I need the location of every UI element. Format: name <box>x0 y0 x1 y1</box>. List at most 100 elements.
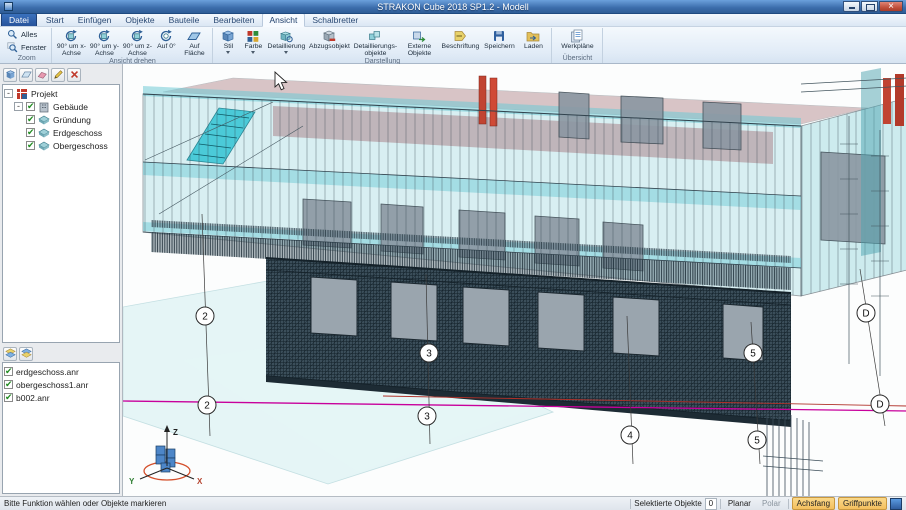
ribbon-group-rotate: 90° um x-Achse 90° um y-Achse 90° um z-A… <box>52 28 214 65</box>
svg-text:3: 3 <box>424 412 430 423</box>
ribbon-group-display: Stil Farbe Detaillierung Abzugsobjekt De… <box>213 28 553 65</box>
eraser-tool-icon[interactable] <box>35 67 49 82</box>
taskbar-app-icon[interactable] <box>890 497 902 510</box>
magnifier-window-icon <box>7 42 18 53</box>
dropdown-arrow-icon <box>284 51 289 56</box>
color-button[interactable]: Farbe <box>241 28 265 56</box>
magnifier-icon <box>7 29 18 40</box>
grid-bubble-2b[interactable]: 2 <box>197 395 217 415</box>
polar-toggle[interactable]: Polar <box>758 498 785 509</box>
grid-bubble-3b[interactable]: 3 <box>417 406 437 426</box>
reset-rotation-button[interactable]: Auf 0° <box>154 28 178 50</box>
rotate-icon <box>130 29 144 43</box>
svg-text:D: D <box>876 400 883 411</box>
tree-label: Gründung <box>53 114 91 125</box>
grid-bubble-d[interactable]: D <box>856 303 876 323</box>
plan-checkbox[interactable] <box>4 379 13 390</box>
left-sidebar: Projekt Gebäude Gründung Erdgeschoss <box>0 64 122 496</box>
building-icon <box>38 101 50 113</box>
titlebar[interactable]: STRAKON Cube 2018 SP1.2 - Modell <box>0 0 906 14</box>
zoom-window-button[interactable]: Fenster <box>5 41 48 54</box>
layers-add-icon[interactable] <box>19 346 33 361</box>
plane-tool-icon[interactable] <box>19 67 33 82</box>
tab-einfuegen[interactable]: Einfügen <box>71 14 119 26</box>
tab-start[interactable]: Start <box>39 14 71 26</box>
tree-label: Projekt <box>31 88 58 99</box>
workplans-button[interactable]: Werkpläne <box>555 28 599 50</box>
rotate-icon <box>97 29 111 43</box>
grid-bubble-5[interactable]: 5 <box>743 343 763 363</box>
tree-expander-icon[interactable] <box>14 102 23 111</box>
subtract-cube-icon <box>322 29 336 43</box>
model-viewport[interactable]: 2 2 3 3 4 5 5 D D Z X Y <box>122 64 906 496</box>
tree-checkbox[interactable] <box>26 114 35 125</box>
ribbon: Alles Fenster Zoom 90° um x-Achse 90° um… <box>0 27 906 65</box>
tree-expander-icon[interactable] <box>4 89 13 98</box>
plan-label: b002.anr <box>16 392 50 403</box>
select-tool-icon[interactable] <box>3 67 17 82</box>
tree-checkbox[interactable] <box>26 127 35 138</box>
rotate-y-button[interactable]: 90° um y-Achse <box>88 28 120 57</box>
rotate-z-button[interactable]: 90° um z-Achse <box>121 28 153 57</box>
model-scene[interactable]: 2 2 3 3 4 5 5 D D Z X Y <box>122 64 906 496</box>
tree-item-gebaeude[interactable]: Gebäude <box>4 100 118 113</box>
svg-text:5: 5 <box>754 436 760 447</box>
plan-item-b002[interactable]: b002.anr <box>4 391 118 404</box>
delete-tool-icon[interactable] <box>67 67 81 82</box>
plan-checkbox[interactable] <box>4 392 13 403</box>
external-objects-button[interactable]: Externe Objekte <box>399 28 439 57</box>
achsfang-toggle[interactable]: Achsfang <box>791 497 836 510</box>
plan-list-panel: erdgeschoss.anr obergeschoss1.anr b002.a… <box>2 362 120 494</box>
floor-icon <box>38 114 50 126</box>
external-cube-icon <box>412 29 426 43</box>
plan-item-erdgeschoss[interactable]: erdgeschoss.anr <box>4 365 118 378</box>
tree-checkbox[interactable] <box>26 101 35 112</box>
tree-item-erdgeschoss[interactable]: Erdgeschoss <box>4 126 118 139</box>
grid-bubble-2[interactable]: 2 <box>195 306 215 326</box>
detailing-objects-button[interactable]: Detaillierungs-objekte <box>352 28 398 57</box>
grid-bubble-db[interactable]: D <box>870 394 890 414</box>
tab-schalbretter[interactable]: Schalbretter <box>305 14 365 26</box>
save-view-button[interactable]: Speichern <box>481 28 517 50</box>
tree-item-obergeschoss[interactable]: Obergeschoss <box>4 139 118 152</box>
minimize-button[interactable] <box>843 1 860 12</box>
tree-item-projekt[interactable]: Projekt <box>4 87 118 100</box>
detailing-button[interactable]: Detaillierung <box>266 28 306 56</box>
floor-icon <box>38 140 50 152</box>
tab-bearbeiten[interactable]: Bearbeiten <box>206 14 261 26</box>
maximize-button[interactable] <box>861 1 878 12</box>
tab-objekte[interactable]: Objekte <box>118 14 161 26</box>
load-view-button[interactable]: Laden <box>518 28 548 50</box>
tab-ansicht[interactable]: Ansicht <box>261 13 306 27</box>
planar-toggle[interactable]: Planar <box>724 498 755 509</box>
pencil-tool-icon[interactable] <box>51 67 65 82</box>
rotate-x-button[interactable]: 90° um x-Achse <box>55 28 87 57</box>
group-title-zoom: Zoom <box>17 55 36 62</box>
separator <box>719 498 721 509</box>
close-button[interactable] <box>879 1 903 12</box>
subtraction-object-button[interactable]: Abzugsobjekt <box>307 28 351 50</box>
dropdown-arrow-icon <box>251 51 256 56</box>
grid-bubble-5b[interactable]: 5 <box>747 430 767 450</box>
tree-checkbox[interactable] <box>26 140 35 151</box>
tree-item-gruendung[interactable]: Gründung <box>4 113 118 126</box>
annotation-button[interactable]: Beschriftung <box>440 28 480 50</box>
grid-bubble-4[interactable]: 4 <box>620 425 640 445</box>
ribbon-tab-bar: Datei Start Einfügen Objekte Bauteile Be… <box>0 13 906 27</box>
style-button[interactable]: Stil <box>216 28 240 56</box>
zoom-window-label: Fenster <box>21 43 47 52</box>
window-title: STRAKON Cube 2018 SP1.2 - Modell <box>377 1 529 12</box>
face-icon <box>187 29 202 43</box>
zoom-all-button[interactable]: Alles <box>5 28 39 41</box>
view-on-face-button[interactable]: Auf Fläche <box>179 28 209 57</box>
tab-bauteile[interactable]: Bauteile <box>162 14 207 26</box>
plan-checkbox[interactable] <box>4 366 13 377</box>
svg-text:D: D <box>862 309 869 320</box>
grid-bubble-3[interactable]: 3 <box>419 343 439 363</box>
griffpunkte-toggle[interactable]: Griffpunkte <box>838 497 887 510</box>
plan-item-obergeschoss1[interactable]: obergeschoss1.anr <box>4 378 118 391</box>
status-bar: Bitte Funktion wählen oder Objekte marki… <box>0 496 906 510</box>
svg-text:5: 5 <box>750 349 756 360</box>
tab-datei[interactable]: Datei <box>1 13 37 26</box>
layers-icon[interactable] <box>3 346 17 361</box>
